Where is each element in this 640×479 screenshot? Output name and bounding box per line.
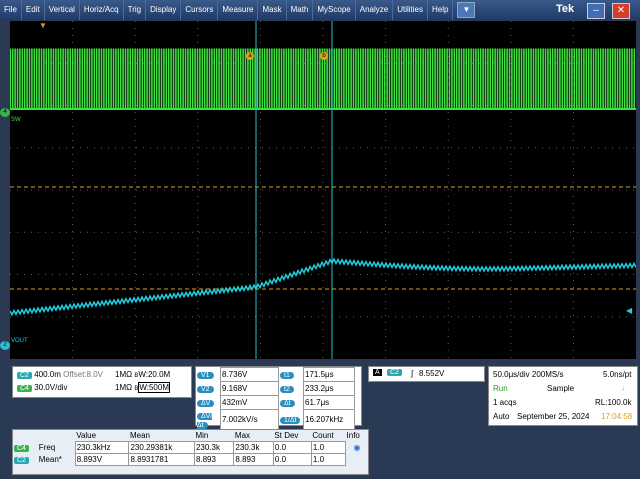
ch2-label: VOUT [11, 338, 28, 344]
menu-cursors[interactable]: Cursors [181, 0, 219, 20]
arrow-down-icon: ↓ [621, 383, 625, 392]
menu-horizacq[interactable]: Horiz/Acq [80, 0, 124, 20]
ch4-label: SW [11, 117, 21, 123]
cursor-row: ΔV/Δt 7.002kV/s 1/Δt 16.207kHz [196, 409, 355, 430]
brand-logo: Tek [556, 3, 575, 15]
bottom-panel: C2 400.0m Offset:8.0V 1MΩ BW:20.0M C4 30… [0, 361, 640, 479]
menu-trig[interactable]: Trig [124, 0, 147, 20]
close-button[interactable]: ✕ [612, 3, 630, 19]
ch4-marker: 4 [0, 108, 10, 117]
menu-analyze[interactable]: Analyze [356, 0, 394, 20]
ch2-marker: 2 [0, 341, 10, 350]
cursor-row: V1 8.736V t1 171.5μs [196, 367, 355, 382]
cursor-a-marker[interactable]: a [246, 52, 254, 60]
menu-edit[interactable]: Edit [22, 0, 45, 20]
trigger-panel[interactable]: A C2 ∫ 8.552V [368, 366, 485, 382]
cursor-readout-panel: V1 8.736V t1 171.5μs V2 9.168V t2 233.2μs ΔV 432m… [195, 366, 362, 430]
menu-help[interactable]: Help [428, 0, 454, 20]
cursor-row: ΔV 432mV Δt 61.7μs [196, 395, 355, 410]
ch4-setting-row[interactable]: C4 30.0V/div [17, 383, 68, 392]
ch2-setting-row[interactable]: C2 400.0m Offset:8.0V [17, 370, 103, 379]
measurement-panel: Value Mean Min Max St Dev Count Info C4 Freq 230.… [12, 429, 369, 475]
horizontal-panel[interactable]: 50.0μs/div 200MS/s 5.0ns/pt Run Sample ↓… [488, 366, 638, 426]
menu-mask[interactable]: Mask [258, 0, 287, 20]
menu-bar: File Edit Vertical Horiz/Acq Trig Display Curs… [0, 0, 640, 20]
menu-measure[interactable]: Measure [218, 0, 259, 20]
menu-myscope[interactable]: MyScope [313, 0, 356, 20]
menu-file[interactable]: File [0, 0, 22, 20]
minimize-button[interactable]: – [587, 3, 605, 19]
menu-utilities[interactable]: Utilities [393, 0, 428, 20]
menu-vertical[interactable]: Vertical [45, 0, 80, 20]
measure-row[interactable]: C2 Mean* 8.893V 8.8931781 8.893 8.893 0.0 1.0 [13, 453, 368, 466]
trigger-position-icon: ▼ [39, 21, 47, 30]
channel-settings-panel: C2 400.0m Offset:8.0V 1MΩ BW:20.0M C4 30… [12, 366, 192, 398]
dropdown-button[interactable]: ▼ [457, 2, 476, 18]
measure-header: Value Mean Min Max St Dev Count Info [76, 431, 360, 441]
menu-math[interactable]: Math [287, 0, 314, 20]
trigger-level-icon: ◀ [626, 306, 633, 315]
menu-display[interactable]: Display [146, 0, 182, 20]
measure-row[interactable]: C4 Freq 230.3kHz 230.29381k 230.3k 230.3k 0.0 1… [13, 441, 368, 454]
cursor-row: V2 9.168V t2 233.2μs [196, 381, 355, 396]
waveform-svg [10, 21, 636, 359]
waveform-display[interactable] [10, 21, 636, 359]
cursor-b-marker[interactable]: b [320, 52, 328, 60]
